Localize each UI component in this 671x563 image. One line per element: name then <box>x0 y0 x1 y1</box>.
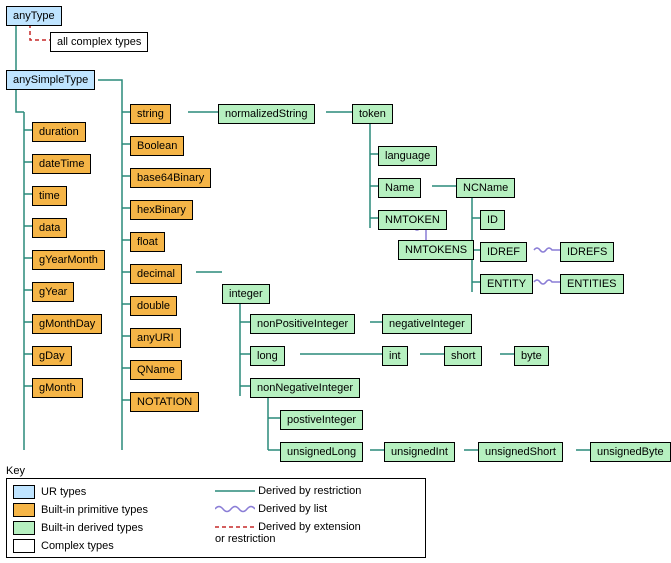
node-ENTITIES: ENTITIES <box>560 274 624 294</box>
node-string: string <box>130 104 171 124</box>
node-all-complex: all complex types <box>50 32 148 52</box>
node-dateTime: dateTime <box>32 154 91 174</box>
node-IDREFS: IDREFS <box>560 242 614 262</box>
node-long: long <box>250 346 285 366</box>
node-base64Binary: base64Binary <box>130 168 211 188</box>
node-anySimpleType: anySimpleType <box>6 70 95 90</box>
legend-ext: Derived by extension or restriction <box>215 521 361 545</box>
node-IDREF: IDREF <box>480 242 527 262</box>
node-QName: QName <box>130 360 182 380</box>
type-hierarchy-diagram: anyType all complex types anySimpleType … <box>0 0 671 563</box>
node-gDay: gDay <box>32 346 72 366</box>
node-unsignedInt: unsignedInt <box>384 442 455 462</box>
node-Boolean: Boolean <box>130 136 184 156</box>
legend-title: Key <box>6 465 25 477</box>
node-normalizedString: normalizedString <box>218 104 315 124</box>
node-NOTATION: NOTATION <box>130 392 199 412</box>
node-ID: ID <box>480 210 505 230</box>
node-int: int <box>382 346 408 366</box>
node-duration: duration <box>32 122 86 142</box>
node-byte: byte <box>514 346 549 366</box>
node-double: double <box>130 296 177 316</box>
node-unsignedLong: unsignedLong <box>280 442 363 462</box>
node-short: short <box>444 346 482 366</box>
node-NMTOKENS: NMTOKENS <box>398 240 474 260</box>
node-time: time <box>32 186 67 206</box>
node-gMonth: gMonth <box>32 378 83 398</box>
legend-prim: Built-in primitive types <box>13 503 148 517</box>
node-anyType: anyType <box>6 6 62 26</box>
node-Name: Name <box>378 178 421 198</box>
node-gMonthDay: gMonthDay <box>32 314 102 334</box>
node-unsignedByte: unsignedByte <box>590 442 671 462</box>
node-hexBinary: hexBinary <box>130 200 193 220</box>
node-integer: integer <box>222 284 270 304</box>
node-unsignedShort: unsignedShort <box>478 442 563 462</box>
node-ENTITY: ENTITY <box>480 274 533 294</box>
legend-list: Derived by list <box>215 503 327 515</box>
node-negativeInteger: negativeInteger <box>382 314 472 334</box>
node-anyURI: anyURI <box>130 328 181 348</box>
legend-ur: UR types <box>13 485 86 499</box>
node-gYear: gYear <box>32 282 74 302</box>
legend-restriction: Derived by restriction <box>215 485 361 497</box>
node-token: token <box>352 104 393 124</box>
node-data: data <box>32 218 67 238</box>
legend-cplx: Complex types <box>13 539 114 553</box>
node-nonNegativeInteger: nonNegativeInteger <box>250 378 360 398</box>
legend-deriv: Built-in derived types <box>13 521 143 535</box>
legend: Key UR types Built-in primitive types Bu… <box>6 478 426 558</box>
node-NCName: NCName <box>456 178 515 198</box>
node-gYearMonth: gYearMonth <box>32 250 105 270</box>
node-NMTOKEN: NMTOKEN <box>378 210 447 230</box>
node-positiveInteger: postiveInteger <box>280 410 363 430</box>
node-language: language <box>378 146 437 166</box>
node-float: float <box>130 232 165 252</box>
node-nonPositiveInteger: nonPositiveInteger <box>250 314 355 334</box>
node-decimal: decimal <box>130 264 182 284</box>
